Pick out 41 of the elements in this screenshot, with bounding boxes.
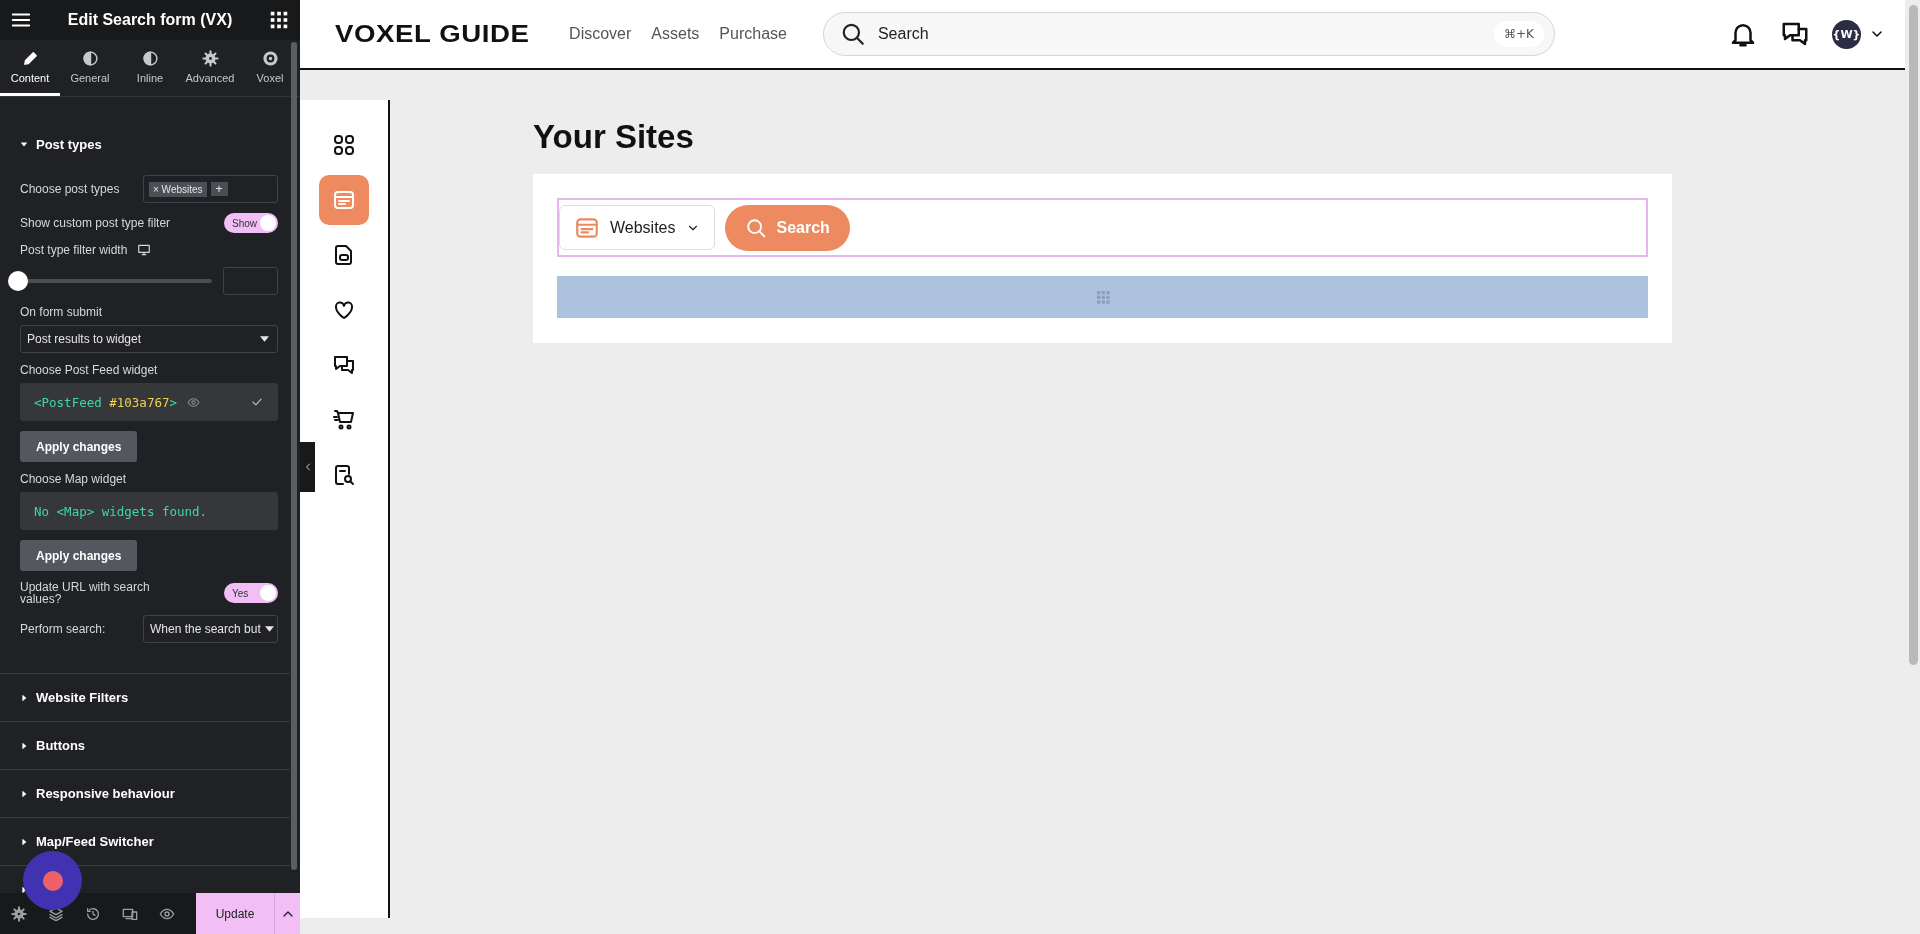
page-heading: Your Sites bbox=[533, 118, 695, 156]
code-text: No <Map> widgets found. bbox=[34, 503, 208, 519]
nav-link[interactable]: Assets bbox=[651, 25, 700, 43]
add-button[interactable]: + bbox=[210, 182, 228, 196]
toggle-switch[interactable]: Show bbox=[224, 213, 278, 233]
field-label: Choose Map widget bbox=[20, 472, 127, 486]
section-header[interactable]: Post types bbox=[0, 97, 290, 175]
shortcut-hint: ⌘+K bbox=[1494, 21, 1544, 47]
search-input[interactable]: Search bbox=[875, 24, 1484, 44]
panel-tab[interactable]: General bbox=[60, 40, 120, 96]
tag-chip[interactable]: × Websites bbox=[149, 181, 207, 197]
section-header[interactable]: Responsive behaviour bbox=[0, 770, 290, 817]
section-header[interactable]: Website Filters bbox=[0, 674, 290, 721]
section-header[interactable]: Buttons bbox=[0, 722, 290, 769]
panel-title: Edit Search form (VX) bbox=[67, 11, 233, 29]
field-label: Post type filter width bbox=[20, 243, 128, 257]
toggle-switch[interactable]: Yes bbox=[224, 583, 278, 603]
field-label: Update URL with search values? bbox=[20, 581, 151, 605]
field-label: Perform search: bbox=[20, 622, 106, 636]
select-dropdown[interactable]: Post results to widget bbox=[20, 325, 278, 353]
select-dropdown[interactable]: When the search but bbox=[143, 615, 278, 643]
search-field[interactable]: Search ⌘+K bbox=[822, 12, 1555, 56]
user-avatar[interactable]: {W} bbox=[1832, 19, 1861, 49]
update-button[interactable]: Update bbox=[196, 893, 274, 934]
panel-tab[interactable]: Inline bbox=[120, 40, 180, 96]
apply-button[interactable]: Apply changes bbox=[20, 540, 138, 571]
nav-link[interactable]: Discover bbox=[569, 25, 632, 43]
code-text: <PostFeed #103a767> bbox=[34, 394, 177, 410]
field-label: Show custom post type filter bbox=[20, 217, 171, 229]
field-label: On form submit bbox=[20, 305, 103, 319]
widget-picker[interactable]: <PostFeed #103a767> bbox=[20, 383, 278, 421]
post-types-field[interactable]: × Websites + bbox=[143, 175, 278, 203]
panel-tab[interactable]: Content bbox=[0, 40, 60, 96]
apply-button[interactable]: Apply changes bbox=[20, 431, 138, 462]
panel-tab[interactable]: Advanced bbox=[180, 40, 240, 96]
field-label: Choose Post Feed widget bbox=[20, 363, 158, 377]
field-label: Choose post types bbox=[20, 182, 120, 196]
site-logo[interactable]: VOXEL GUIDE bbox=[335, 20, 530, 48]
nav-link[interactable]: Purchase bbox=[719, 25, 787, 43]
section-header[interactable]: Map/Feed Switcher bbox=[0, 818, 290, 865]
post-type-filter[interactable]: Websites bbox=[559, 205, 715, 250]
